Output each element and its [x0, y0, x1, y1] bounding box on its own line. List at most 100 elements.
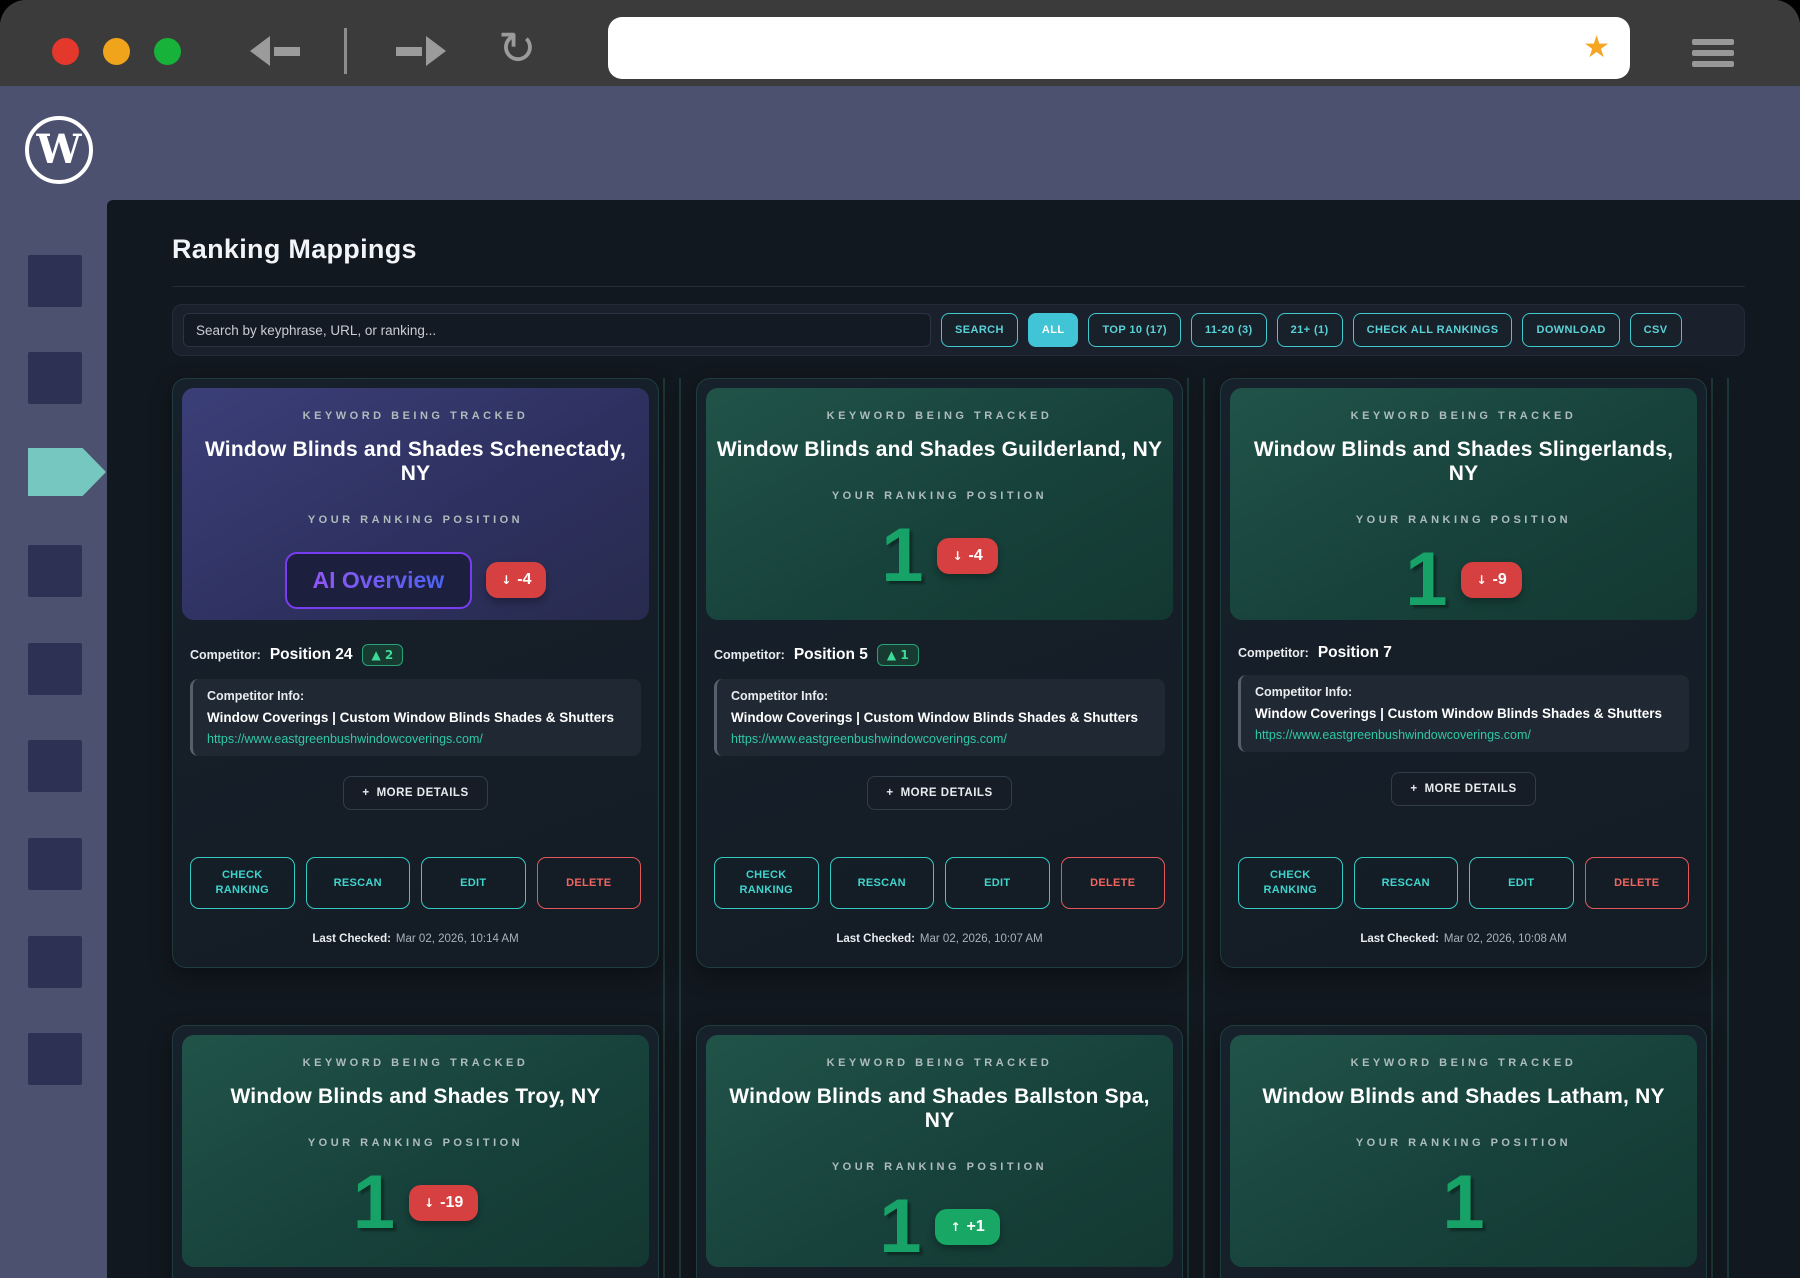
chrome-divider: [344, 28, 347, 74]
sidebar-item[interactable]: [28, 643, 82, 695]
main-panel: Ranking Mappings SEARCH ALL TOP 10 (17) …: [107, 200, 1800, 1278]
competitor-row: Competitor: Position 7: [1238, 644, 1706, 662]
browser-window: ↻ ★ W Ranking Mappings SEARCH ALL TOP 10…: [0, 0, 1800, 1278]
forward-icon[interactable]: [392, 36, 446, 66]
card-header: KEYWORD BEING TRACKED Window Blinds and …: [706, 388, 1173, 620]
check-ranking-button[interactable]: CHECK RANKING: [1238, 857, 1343, 909]
edit-button[interactable]: EDIT: [1469, 857, 1574, 909]
address-bar[interactable]: ★: [608, 17, 1630, 79]
filter-21plus-button[interactable]: 21+ (1): [1276, 313, 1343, 347]
last-checked-label: Last Checked:: [312, 933, 391, 945]
plus-icon: +: [362, 787, 370, 799]
change-value: -9: [1492, 571, 1507, 588]
download-button[interactable]: DOWNLOAD: [1522, 313, 1620, 347]
last-checked-label: Last Checked:: [836, 933, 915, 945]
minimize-window-button[interactable]: [103, 38, 130, 65]
rescan-button[interactable]: RESCAN: [829, 857, 934, 909]
keyword-title: Window Blinds and Shades Schenectady, NY: [204, 438, 627, 485]
card-header: KEYWORD BEING TRACKED Window Blinds and …: [1230, 1035, 1697, 1267]
sidebar-item[interactable]: [28, 545, 82, 597]
check-ranking-button[interactable]: CHECK RANKING: [714, 857, 819, 909]
sidebar-item[interactable]: [28, 352, 82, 404]
menu-icon[interactable]: [1692, 39, 1734, 67]
change-value: -4: [968, 547, 983, 564]
position-number: 1: [1405, 537, 1448, 622]
sidebar-item[interactable]: [28, 1033, 82, 1085]
competitor-label: Competitor:: [714, 648, 785, 662]
change-badge: ↓ -19: [409, 1185, 479, 1221]
change-arrow-icon: ↑: [950, 1220, 961, 1234]
competitor-info-label: Competitor Info:: [207, 689, 305, 703]
check-ranking-button[interactable]: CHECK RANKING: [190, 857, 295, 909]
change-arrow-icon: ↓: [424, 1196, 435, 1210]
competitor-info-url[interactable]: https://www.eastgreenbushwindowcoverings…: [1255, 728, 1675, 742]
edit-button[interactable]: EDIT: [421, 857, 526, 909]
competitor-label: Competitor:: [190, 648, 261, 662]
ranking-card: KEYWORD BEING TRACKED Window Blinds and …: [696, 378, 1183, 968]
csv-button[interactable]: CSV: [1629, 313, 1682, 347]
page-title: Ranking Mappings: [172, 234, 417, 264]
filter-all-button[interactable]: ALL: [1027, 313, 1079, 347]
sidebar-item[interactable]: [28, 255, 82, 307]
last-checked-label: Last Checked:: [1360, 933, 1439, 945]
bookmark-star-icon[interactable]: ★: [1583, 30, 1610, 65]
competitor-info-url[interactable]: https://www.eastgreenbushwindowcoverings…: [731, 732, 1151, 746]
back-icon[interactable]: [250, 36, 304, 66]
filter-11-20-button[interactable]: 11-20 (3): [1190, 313, 1267, 347]
card-header: KEYWORD BEING TRACKED Window Blinds and …: [706, 1035, 1173, 1269]
last-checked: Last Checked: Mar 02, 2026, 10:08 AM: [1221, 933, 1706, 945]
delete-button[interactable]: DELETE: [1584, 857, 1689, 909]
sidebar-active-item-arrow[interactable]: [28, 448, 106, 496]
ranking-card: KEYWORD BEING TRACKED Window Blinds and …: [172, 378, 659, 968]
position-number: 1: [1442, 1160, 1485, 1245]
sidebar-item[interactable]: [28, 838, 82, 890]
sidebar-item[interactable]: [28, 936, 82, 988]
position-number: 1: [352, 1160, 396, 1245]
sidebar-item[interactable]: [28, 740, 82, 792]
search-button[interactable]: SEARCH: [941, 313, 1018, 347]
change-badge: ↓ -9: [1461, 562, 1522, 598]
competitor-info-title: Window Coverings | Custom Window Blinds …: [1255, 706, 1663, 721]
keyword-tracked-label: KEYWORD BEING TRACKED: [302, 410, 529, 422]
check-all-rankings-button[interactable]: CHECK ALL RANKINGS: [1352, 313, 1513, 347]
rescan-button[interactable]: RESCAN: [1353, 857, 1458, 909]
more-details-button[interactable]: + MORE DETAILS: [867, 776, 1012, 810]
more-details-button[interactable]: + MORE DETAILS: [1391, 772, 1536, 806]
browser-chrome: ↻ ★: [0, 0, 1800, 86]
card-body: Competitor: Position 24 ▲ 2 Competitor I…: [173, 644, 658, 945]
delete-button[interactable]: DELETE: [1060, 857, 1165, 909]
more-details-button[interactable]: + MORE DETAILS: [343, 776, 488, 810]
delete-button[interactable]: DELETE: [536, 857, 641, 909]
position-number: 1: [881, 513, 924, 598]
change-badge: ↑ +1: [935, 1209, 1000, 1245]
search-input[interactable]: [183, 313, 931, 347]
competitor-info-title: Window Coverings | Custom Window Blinds …: [731, 710, 1139, 725]
filter-top10-button[interactable]: TOP 10 (17): [1088, 313, 1181, 347]
keyword-tracked-label: KEYWORD BEING TRACKED: [302, 1057, 529, 1069]
rescan-button[interactable]: RESCAN: [305, 857, 410, 909]
column-divider: [1727, 378, 1729, 1278]
keyword-title: Window Blinds and Shades Troy, NY: [230, 1085, 601, 1108]
competitor-info-box: Competitor Info: Window Coverings | Cust…: [190, 679, 641, 756]
competitor-position: Position 7: [1317, 644, 1392, 661]
ranking-position-label: YOUR RANKING POSITION: [831, 490, 1048, 502]
edit-button[interactable]: EDIT: [945, 857, 1050, 909]
change-value: -19: [440, 1194, 464, 1211]
address-input[interactable]: [628, 25, 1548, 71]
card-header: KEYWORD BEING TRACKED Window Blinds and …: [182, 1035, 649, 1267]
competitor-info-url[interactable]: https://www.eastgreenbushwindowcoverings…: [207, 732, 627, 746]
close-window-button[interactable]: [52, 38, 79, 65]
keyword-tracked-label: KEYWORD BEING TRACKED: [826, 410, 1053, 422]
competitor-label: Competitor:: [1238, 646, 1309, 660]
card-header: KEYWORD BEING TRACKED Window Blinds and …: [182, 388, 649, 620]
refresh-icon[interactable]: ↻: [498, 22, 537, 74]
competitor-position: Position 5: [793, 646, 868, 663]
ranking-position-label: YOUR RANKING POSITION: [1355, 514, 1572, 526]
competitor-position: Position 24: [269, 646, 353, 663]
maximize-window-button[interactable]: [154, 38, 181, 65]
position-row: 1 ↓ -9: [1230, 534, 1697, 626]
position-row: 1 ↓ -4: [706, 510, 1173, 602]
card-actions-row: CHECK RANKING RESCAN EDIT DELETE: [714, 857, 1165, 909]
competitor-change-badge: ▲ 1: [876, 644, 919, 666]
last-checked: Last Checked: Mar 02, 2026, 10:07 AM: [697, 933, 1182, 945]
